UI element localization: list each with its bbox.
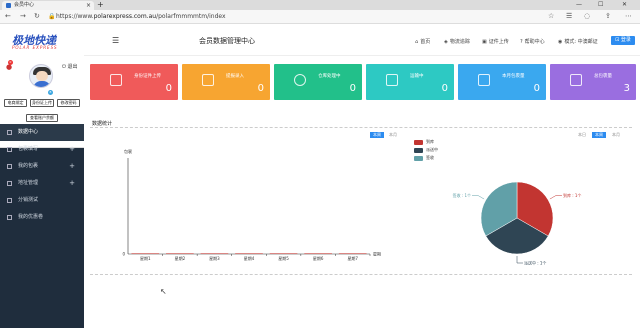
nav-mode[interactable]: ◉ 模式: 中澳邮证	[558, 38, 598, 45]
home-icon: ⌂	[415, 39, 419, 45]
coupon-icon	[7, 215, 12, 220]
bar-toggle-week[interactable]: 本周	[370, 132, 384, 138]
sidebar-item-my-parcels[interactable]: 我的包裹 +	[0, 158, 84, 175]
upload-icon: ▣	[482, 39, 487, 45]
collections-icon[interactable]: ☰	[566, 12, 572, 20]
legend-swatch	[414, 148, 423, 153]
sidebar-item-address[interactable]: 地址管理 +	[0, 175, 84, 192]
ecommerce-bind-button[interactable]: 电商绑定	[4, 99, 27, 107]
main-content: 身份证件上传 0 提报录入 0 仓库处理中 0 运输中 0 本月包裹量 0 总包裹量 3 数…	[84, 56, 640, 328]
avatar-badge: 8	[48, 90, 53, 95]
bar-chart-icon	[570, 74, 582, 86]
box-icon	[7, 164, 12, 169]
warehouse-icon	[294, 74, 306, 86]
more-icon[interactable]: ⋯	[625, 12, 632, 20]
calendar-icon	[478, 74, 490, 86]
pie-toggle-week[interactable]: 本周	[592, 132, 606, 138]
top-bar: ☰ 会员数据管理中心 ⌂ 首页 ◈ 物流追踪 ▣ 证件上传 ? 帮助中心 ◉ 模式: 中澳…	[84, 24, 640, 56]
divider	[90, 274, 632, 275]
expand-icon[interactable]: +	[69, 141, 75, 158]
legend-item[interactable]: 派送中	[414, 147, 438, 155]
dashboard-icon	[7, 130, 12, 135]
tab-close-icon[interactable]: ×	[86, 1, 91, 10]
legend-swatch	[414, 156, 423, 161]
minimize-icon[interactable]: —	[576, 0, 582, 10]
address-icon	[7, 181, 12, 186]
mouse-cursor-icon: ↖	[160, 287, 167, 296]
legend-item[interactable]: 到库	[414, 139, 438, 147]
browser-window: 会员中心 × + — ☐ ✕ ← → ↻ 🔒 https://www.polar…	[0, 0, 640, 328]
profile-icon[interactable]: ◌	[584, 12, 590, 20]
legend-label: 派送中	[426, 147, 438, 152]
back-icon[interactable]: ←	[5, 12, 11, 20]
url-field[interactable]: https://www.polarexpress.com.au/polarfmm…	[56, 13, 226, 20]
sidebar-menu: 数据中心 包裹填写 + 我的包裹 + 地址管理 + 分销测试 我的优惠卷	[0, 124, 84, 226]
nav-tracking[interactable]: ◈ 物流追踪	[444, 38, 470, 45]
page-title: 会员数据管理中心	[199, 37, 255, 45]
stat-card-monthly[interactable]: 本月包裹量 0	[458, 64, 546, 100]
browser-tab[interactable]: 会员中心 ×	[2, 1, 94, 10]
tracking-icon: ◈	[444, 39, 448, 45]
tab-title: 会员中心	[14, 2, 35, 8]
sidebar-item-data-center[interactable]: 数据中心	[0, 124, 84, 141]
report-icon	[202, 74, 214, 86]
logout-link[interactable]: ⏻ 退出	[62, 63, 78, 70]
sidebar-item-distribution[interactable]: 分销测试	[0, 192, 84, 209]
lock-icon: 🔒	[48, 13, 56, 20]
help-icon: ?	[520, 39, 523, 45]
bar-toggle-month[interactable]: 本月	[386, 132, 400, 138]
expand-icon[interactable]: +	[69, 175, 75, 192]
pie-toggle-month[interactable]: 本月	[609, 132, 623, 138]
legend-item[interactable]: 签收	[414, 155, 438, 163]
sidebar: 极地快递 POLAR EXPRESS ● 0 ⏻ 退出 8 电商绑定 身份证上传…	[0, 24, 84, 328]
nav-help[interactable]: ? 帮助中心	[520, 38, 545, 45]
sidebar-item-parcel-fill[interactable]: 包裹填写 +	[0, 141, 84, 158]
login-button[interactable]: ⊡ 登录	[611, 36, 635, 45]
forward-icon[interactable]: →	[20, 12, 26, 20]
sidebar-item-coupons[interactable]: 我的优惠卷	[0, 209, 84, 226]
maximize-icon[interactable]: ☐	[598, 0, 603, 10]
close-window-icon[interactable]: ✕	[622, 0, 627, 10]
id-upload-button[interactable]: 身份证上传	[30, 99, 54, 107]
notification-badge: 0	[8, 60, 13, 65]
brand-logo[interactable]: 极地快递 POLAR EXPRESS	[0, 24, 84, 56]
pie-legend: 到库 派送中 签收	[414, 139, 438, 163]
share-icon[interactable]: ⇪	[605, 12, 611, 20]
pie-toggle-day[interactable]: 本日	[575, 132, 589, 138]
divider	[90, 127, 632, 128]
change-password-button[interactable]: 修改密码	[57, 99, 80, 107]
nav-id-upload[interactable]: ▣ 证件上传	[482, 38, 509, 45]
legend-label: 签收	[426, 155, 434, 160]
avatar[interactable]	[29, 64, 53, 88]
expand-icon[interactable]: +	[69, 158, 75, 175]
new-tab-icon[interactable]: +	[97, 0, 104, 10]
legend-swatch	[414, 140, 423, 145]
address-bar: ← → ↻ 🔒 https://www.polarexpress.com.au/…	[0, 10, 640, 24]
shipping-icon	[386, 74, 398, 86]
browser-titlebar: 会员中心 × + — ☐ ✕	[0, 0, 640, 10]
id-card-icon	[110, 74, 122, 86]
legend-label: 到库	[426, 139, 434, 144]
nav-home[interactable]: ⌂ 首页	[415, 38, 430, 45]
stats-title: 数据统计	[92, 121, 113, 127]
stat-card-warehouse[interactable]: 仓库处理中 0	[274, 64, 362, 100]
star-icon[interactable]: ☆	[548, 12, 554, 20]
share-icon	[7, 198, 12, 203]
stat-card-id-upload[interactable]: 身份证件上传 0	[90, 64, 178, 100]
edit-icon	[7, 147, 12, 152]
view-balance-button[interactable]: 查看账户余额	[26, 114, 58, 122]
reload-icon[interactable]: ↻	[34, 12, 40, 20]
stat-card-report[interactable]: 提报录入 0	[182, 64, 270, 100]
favicon-icon	[6, 3, 11, 8]
stat-card-total[interactable]: 总包裹量 3	[550, 64, 636, 100]
menu-toggle-icon[interactable]: ☰	[112, 36, 119, 45]
stat-card-shipping[interactable]: 运输中 0	[366, 64, 454, 100]
mode-icon: ◉	[558, 39, 563, 45]
